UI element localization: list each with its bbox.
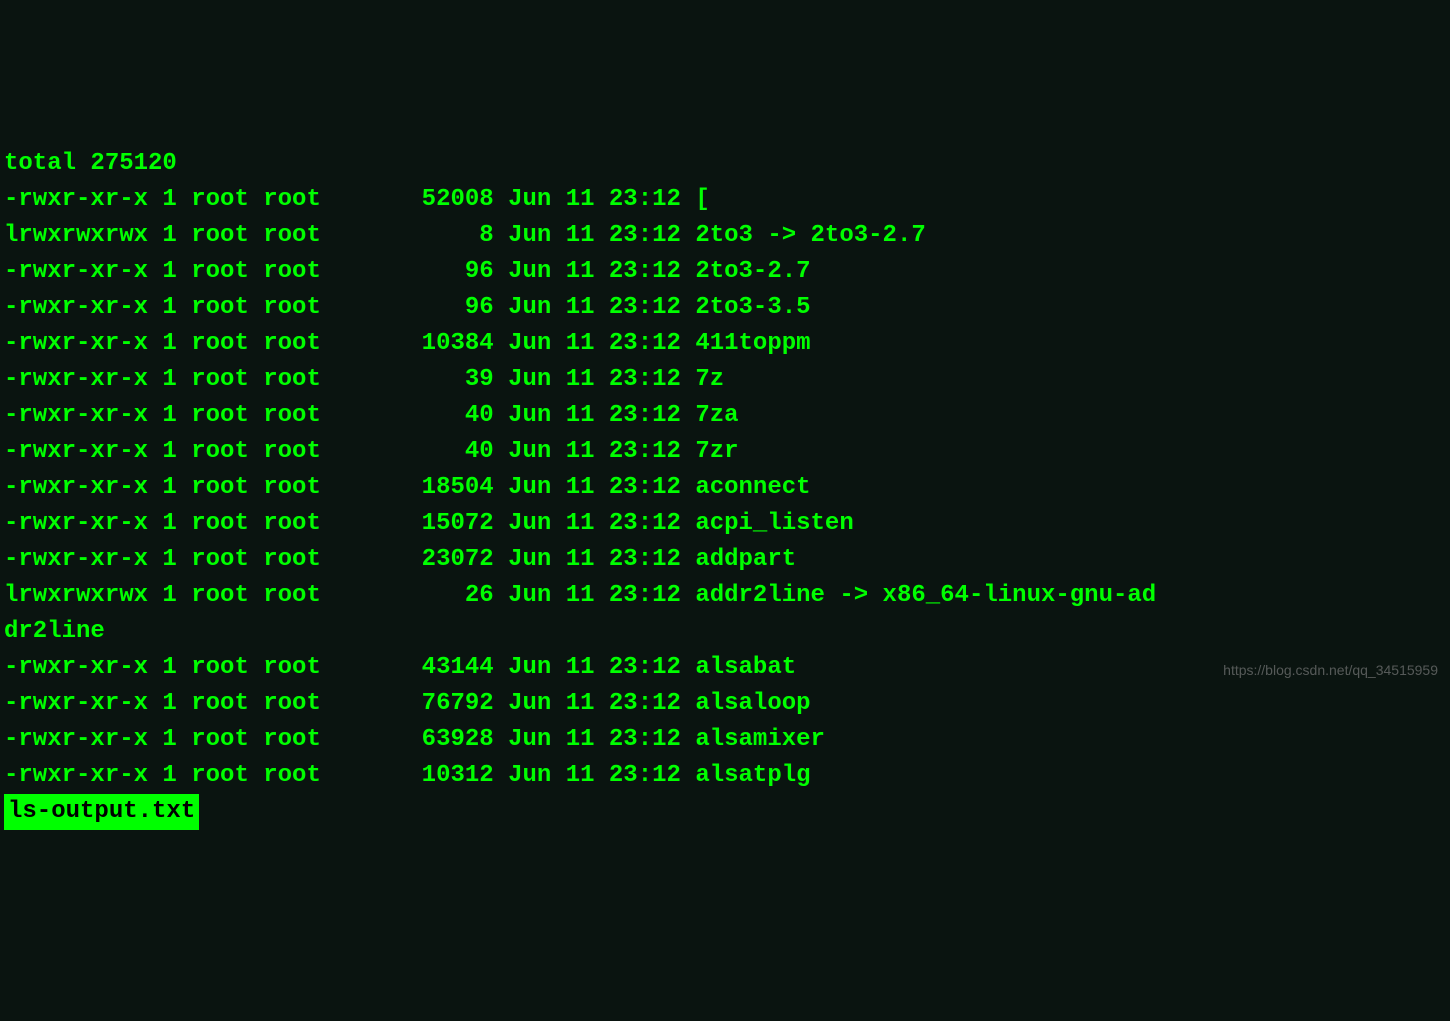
file-line: dr2line [4,618,105,645]
file-line: lrwxrwxrwx 1 root root 8 Jun 11 23:12 2t… [4,222,926,249]
file-line: -rwxr-xr-x 1 root root 96 Jun 11 23:12 2… [4,258,811,285]
file-line: -rwxr-xr-x 1 root root 96 Jun 11 23:12 2… [4,294,811,321]
file-line: -rwxr-xr-x 1 root root 76792 Jun 11 23:1… [4,690,811,717]
file-line: lrwxrwxrwx 1 root root 26 Jun 11 23:12 a… [4,582,1156,609]
file-line: -rwxr-xr-x 1 root root 52008 Jun 11 23:1… [4,186,710,213]
total-line: total 275120 [4,150,177,177]
watermark: https://blog.csdn.net/qq_34515959 [1223,662,1438,678]
file-line: -rwxr-xr-x 1 root root 18504 Jun 11 23:1… [4,474,811,501]
file-line: -rwxr-xr-x 1 root root 63928 Jun 11 23:1… [4,726,825,753]
file-line: -rwxr-xr-x 1 root root 23072 Jun 11 23:1… [4,546,796,573]
file-line: -rwxr-xr-x 1 root root 15072 Jun 11 23:1… [4,510,854,537]
file-line: -rwxr-xr-x 1 root root 39 Jun 11 23:12 7… [4,366,724,393]
terminal-output: total 275120 -rwxr-xr-x 1 root root 5200… [0,108,1450,832]
file-line: -rwxr-xr-x 1 root root 40 Jun 11 23:12 7… [4,438,739,465]
file-line: -rwxr-xr-x 1 root root 43144 Jun 11 23:1… [4,654,796,681]
status-bar-filename: ls-output.txt [4,794,199,830]
file-line: -rwxr-xr-x 1 root root 10312 Jun 11 23:1… [4,762,811,789]
file-line: -rwxr-xr-x 1 root root 40 Jun 11 23:12 7… [4,402,739,429]
file-line: -rwxr-xr-x 1 root root 10384 Jun 11 23:1… [4,330,811,357]
